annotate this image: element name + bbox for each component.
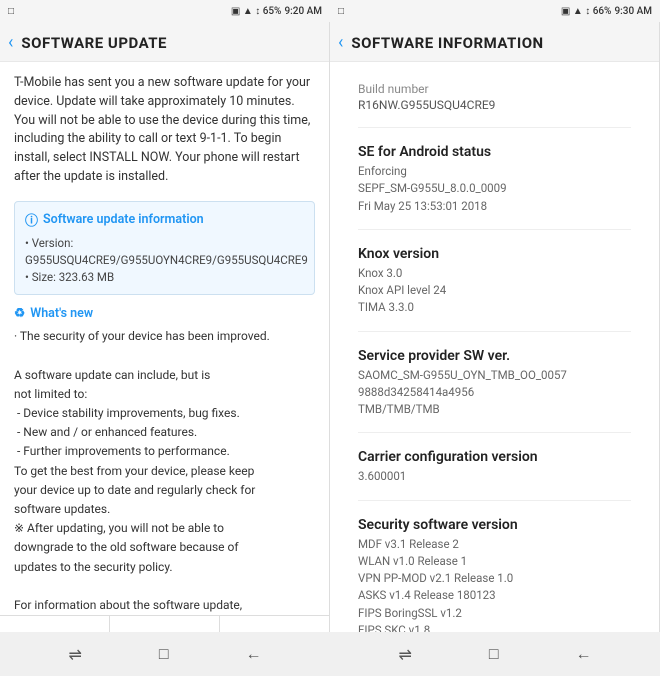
device-icon: □	[8, 6, 14, 17]
time-right: 9:30 AM	[614, 6, 652, 17]
right-nav: ⇌ □ ←	[330, 632, 660, 676]
service-provider-value: SAOMC_SM-G955U_OYN_TMB_OO_00579888d34258…	[358, 367, 631, 419]
home-button[interactable]: □	[159, 644, 169, 664]
security-software-label: Security software version	[358, 517, 631, 533]
status-bar-left: □	[8, 6, 14, 17]
info-title: ⓘ Software update information	[25, 210, 304, 229]
knox-version-value: Knox 3.0Knox API level 24TIMA 3.3.0	[358, 265, 631, 317]
version-line: • Version: G955USQU4CRE9/G955UOYN4CRE9/G…	[25, 235, 304, 270]
home-button-right[interactable]: □	[489, 644, 499, 664]
whats-new-section: ♻ What's new · The security of your devi…	[14, 305, 315, 614]
back-button-left[interactable]: ←	[246, 644, 262, 664]
info-icon: ⓘ	[25, 210, 38, 229]
se-android-value: EnforcingSEPF_SM-G955U_8.0.0_0009Fri May…	[358, 163, 631, 215]
left-nav: ⇌ □ ←	[0, 632, 330, 676]
whats-new-title-text: What's new	[30, 306, 93, 321]
navigation-bar: ⇌ □ ← ⇌ □ ←	[0, 632, 660, 676]
software-information-panel: ‹ SOFTWARE INFORMATION Build number R16N…	[330, 0, 660, 676]
knox-version-label: Knox version	[358, 246, 631, 262]
se-android-label: SE for Android status	[358, 144, 631, 160]
left-back-button[interactable]: ‹	[8, 32, 13, 53]
whats-new-icon: ♻	[14, 305, 25, 321]
info-content: • Version: G955USQU4CRE9/G955UOYN4CRE9/G…	[25, 235, 304, 287]
status-bar-right-left: □	[338, 6, 344, 17]
left-panel-header: ‹ SOFTWARE UPDATE	[0, 22, 329, 62]
status-bar-right: ▣ ▲ ↕ 65% 9:20 AM	[231, 6, 322, 17]
build-number-value: R16NW.G955USQU4CRE9	[358, 98, 631, 112]
service-provider-label: Service provider SW ver.	[358, 348, 631, 364]
signal-icons: ▣ ▲ ↕ 65%	[231, 6, 282, 17]
left-panel-title: SOFTWARE UPDATE	[21, 34, 167, 52]
right-panel-title: SOFTWARE INFORMATION	[351, 34, 543, 52]
whats-new-title: ♻ What's new	[14, 305, 315, 321]
carrier-config-item: Carrier configuration version 3.600001	[358, 449, 631, 500]
size-line: • Size: 323.63 MB	[25, 269, 304, 286]
left-panel-content: T-Mobile has sent you a new software upd…	[0, 62, 329, 615]
se-android-item: SE for Android status EnforcingSEPF_SM-G…	[358, 144, 631, 230]
main-description: T-Mobile has sent you a new software upd…	[14, 74, 315, 187]
build-number-item: Build number R16NW.G955USQU4CRE9	[358, 82, 631, 128]
signal-icons-right: ▣ ▲ ↕ 66%	[561, 6, 612, 17]
right-panel-header: ‹ SOFTWARE INFORMATION	[330, 22, 659, 62]
right-panel-content: Build number R16NW.G955USQU4CRE9 SE for …	[330, 62, 659, 676]
software-info-content: Build number R16NW.G955USQU4CRE9 SE for …	[344, 74, 645, 676]
recent-apps-button-right[interactable]: ⇌	[398, 645, 411, 664]
service-provider-item: Service provider SW ver. SAOMC_SM-G955U_…	[358, 348, 631, 434]
recent-apps-button[interactable]: ⇌	[68, 645, 81, 664]
device-icon-right: □	[338, 6, 344, 17]
knox-version-item: Knox version Knox 3.0Knox API level 24TI…	[358, 246, 631, 332]
status-bar-right-right: ▣ ▲ ↕ 66% 9:30 AM	[561, 6, 652, 17]
carrier-config-value: 3.600001	[358, 468, 631, 485]
right-back-button[interactable]: ‹	[338, 32, 343, 53]
carrier-config-label: Carrier configuration version	[358, 449, 631, 465]
software-update-info-section: ⓘ Software update information • Version:…	[14, 201, 315, 296]
back-button-right[interactable]: ←	[576, 644, 592, 664]
build-number-label: Build number	[358, 82, 631, 96]
whats-new-content: · The security of your device has been i…	[14, 327, 315, 614]
software-update-panel: ‹ SOFTWARE UPDATE T-Mobile has sent you …	[0, 0, 330, 676]
info-title-text: Software update information	[43, 212, 204, 227]
time-left: 9:20 AM	[284, 6, 322, 17]
